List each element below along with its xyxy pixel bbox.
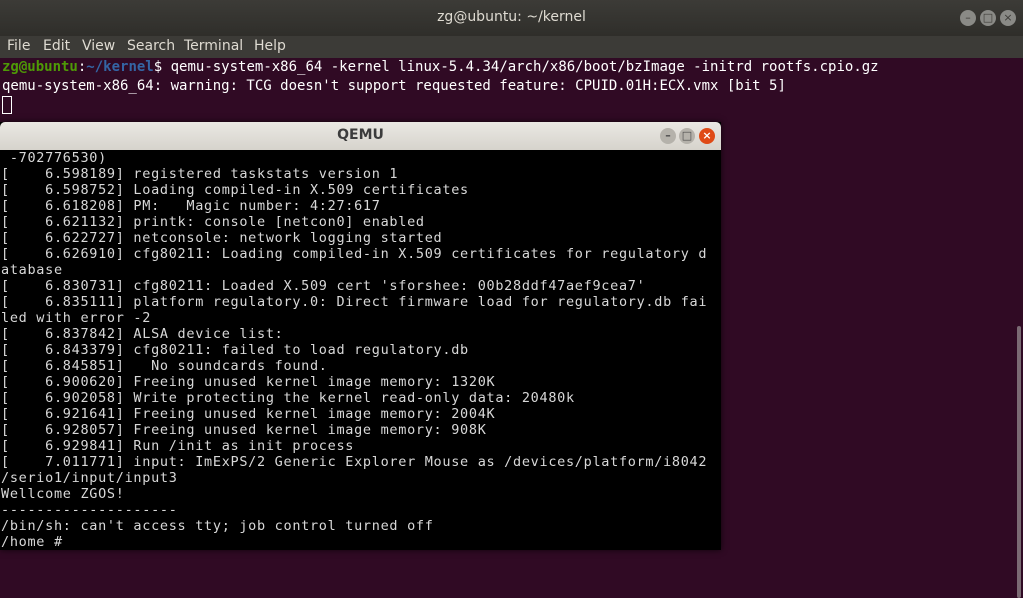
console-line: [ 6.902058] Write protecting the kernel … [1,390,575,406]
console-line: [ 6.837842] ALSA device list: [1,326,284,342]
menu-terminal[interactable]: Terminal [184,38,243,54]
console-line: [ 6.598189] registered taskstats version… [1,166,399,182]
qemu-close-icon[interactable]: × [699,128,715,144]
console-line: atabase [1,262,63,278]
console-line: [ 6.929841] Run /init as init process [1,438,355,454]
prompt-symbol: $ [153,59,163,75]
command-line: zg@ubuntu:~/kernel$ qemu-system-x86_64 -… [2,58,879,77]
menu-file[interactable]: File [7,38,30,54]
console-line: [ 6.618208] PM: Magic number: 4:27:617 [1,198,381,214]
qemu-maximize-icon[interactable]: □ [679,128,695,144]
maximize-icon[interactable]: □ [980,10,996,26]
terminal-titlebar[interactable]: zg@ubuntu: ~/kernel – □ × [0,0,1023,36]
terminal-menubar: File Edit View Search Terminal Help [0,36,1023,58]
console-line: [ 6.843379] cfg80211: failed to load reg… [1,342,469,358]
console-line: -702776530) [1,150,107,166]
prompt-user: zg@ubuntu [2,59,78,75]
console-line: [ 7.011771] input: ImExPS/2 Generic Expl… [1,454,708,470]
console-line: -------------------- [1,502,178,518]
console-line: [ 6.928057] Freeing unused kernel image … [1,422,487,438]
menu-help[interactable]: Help [254,38,286,54]
qemu-window[interactable]: QEMU – □ × -702776530)[ 6.598189] regist… [0,122,721,550]
menu-search[interactable]: Search [127,38,175,54]
terminal-scrollbar[interactable] [1017,326,1021,598]
qemu-titlebar[interactable]: QEMU – □ × [0,122,721,150]
console-line: [ 6.845851] No soundcards found. [1,358,328,374]
console-line: [ 6.835111] platform regulatory.0: Direc… [1,294,708,310]
console-line: [ 6.598752] Loading compiled-in X.509 ce… [1,182,469,198]
command-text: qemu-system-x86_64 -kernel linux-5.4.34/… [162,59,879,75]
menu-view[interactable]: View [82,38,115,54]
console-line: Wellcome ZGOS! [1,486,125,502]
qemu-minimize-icon[interactable]: – [660,128,676,144]
console-line: [ 6.900620] Freeing unused kernel image … [1,374,496,390]
console-line: [ 6.621132] printk: console [netcon0] en… [1,214,425,230]
qemu-window-title: QEMU [337,127,384,143]
close-icon[interactable]: × [1000,10,1016,26]
menu-edit[interactable]: Edit [43,38,70,54]
console-line: led with error -2 [1,310,152,326]
console-line: [ 6.626910] cfg80211: Loading compiled-i… [1,246,708,262]
warning-line: qemu-system-x86_64: warning: TCG doesn't… [2,78,786,94]
console-line: /bin/sh: can't access tty; job control t… [1,518,434,534]
console-line: [ 6.622727] netconsole: network logging … [1,230,443,246]
console-line: [ 6.830731] cfg80211: Loaded X.509 cert … [1,278,646,294]
console-line: /serio1/input/input3 [1,470,178,486]
console-line: [ 6.921641] Freeing unused kernel image … [1,406,496,422]
prompt-path: ~/kernel [86,59,154,75]
terminal-window-title: zg@ubuntu: ~/kernel [437,9,586,25]
minimize-icon[interactable]: – [960,10,976,26]
text-cursor [2,96,12,114]
qemu-console-screen[interactable]: -702776530)[ 6.598189] registered taskst… [0,150,721,550]
cursor-line [2,96,12,115]
console-line: /home # [1,534,63,550]
